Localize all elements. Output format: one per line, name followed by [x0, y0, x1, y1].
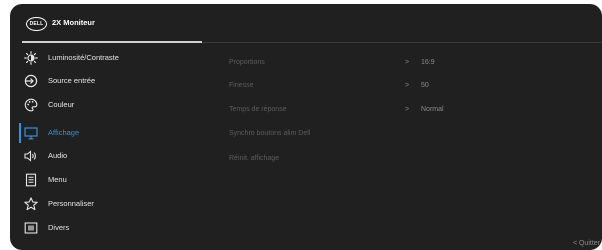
menu-item-personalize[interactable]: Personnaliser	[10, 194, 210, 214]
menu-item-label: Audio	[48, 151, 68, 160]
menu-item-other[interactable]: Divers	[10, 218, 210, 238]
menu-item-label: Menu	[48, 175, 67, 184]
menu-item-label: Personnaliser	[48, 199, 94, 208]
menu-item-label: Affichage	[48, 128, 80, 137]
submenu-row-dell-power-sync[interactable]: Synchro boutons alim Dell	[217, 125, 602, 145]
chevron-right-icon: >	[405, 59, 410, 66]
brightness-icon	[24, 51, 38, 65]
header-divider-highlight	[22, 41, 202, 43]
submenu-row-sharpness[interactable]: Finesse > 50	[217, 77, 602, 97]
chevron-right-icon: >	[405, 82, 410, 89]
menu-item-display[interactable]: Affichage	[10, 123, 210, 143]
color-palette-icon	[24, 98, 38, 112]
submenu-label: Proportions	[229, 59, 265, 66]
submenu-row-response-time[interactable]: Temps de réponse > Normal	[217, 101, 602, 121]
submenu-label: Finesse	[229, 82, 254, 89]
submenu-row-aspect-ratio[interactable]: Proportions > 16:9	[217, 54, 602, 74]
menu-item-color[interactable]: Couleur	[10, 95, 210, 115]
menu-item-input-source[interactable]: Source entrée	[10, 71, 210, 91]
submenu-row-display-reset[interactable]: Réinit. affichage	[217, 150, 602, 170]
input-source-icon	[24, 74, 38, 88]
submenu-value: 50	[421, 82, 429, 89]
monitor-title: 2X Moniteur	[52, 18, 95, 27]
quit-button[interactable]: < Quitter	[573, 240, 600, 247]
menu-item-audio[interactable]: Audio	[10, 146, 210, 166]
menu-item-label: Luminosité/Contraste	[48, 53, 119, 62]
osd-header: DELL 2X Moniteur	[10, 4, 602, 42]
submenu-label: Synchro boutons alim Dell	[229, 130, 311, 137]
star-icon	[24, 197, 38, 211]
dell-logo: DELL	[26, 17, 47, 31]
chevron-right-icon: >	[405, 106, 410, 113]
menu-item-menu[interactable]: Menu	[10, 170, 210, 190]
osd-window: DELL 2X Moniteur Luminosité/Contraste So…	[10, 4, 602, 250]
active-indicator	[19, 123, 21, 143]
info-icon	[24, 221, 38, 235]
submenu-label: Réinit. affichage	[229, 155, 280, 162]
menu-item-label: Couleur	[48, 100, 75, 109]
menu-item-label: Divers	[48, 223, 70, 232]
submenu-value: 16:9	[421, 59, 435, 66]
submenu-label: Temps de réponse	[229, 106, 287, 113]
speaker-icon	[24, 149, 38, 163]
menu-item-brightness-contrast[interactable]: Luminosité/Contraste	[10, 48, 210, 68]
submenu-value: Normal	[421, 106, 444, 113]
display-icon	[24, 126, 38, 140]
menu-item-label: Source entrée	[48, 76, 96, 85]
dell-logo-text: DELL	[29, 21, 44, 27]
menu-document-icon	[24, 173, 38, 187]
